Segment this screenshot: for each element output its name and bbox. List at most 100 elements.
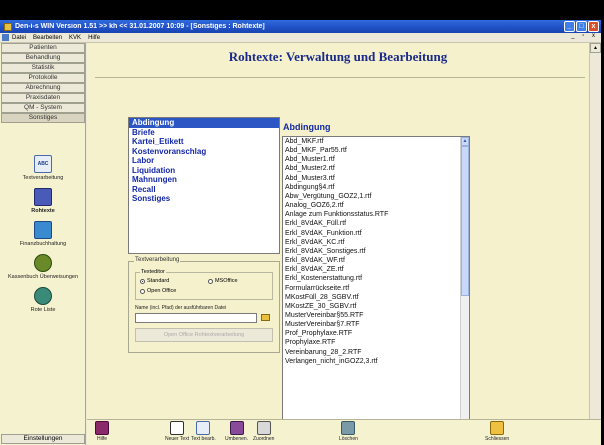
- edit-text-button[interactable]: Text bearb.: [191, 421, 216, 442]
- list-item[interactable]: Abd_Muster3.rtf: [283, 174, 461, 183]
- radio-label: MSOffice: [215, 278, 238, 284]
- radio-open-office[interactable]: Open Office: [140, 288, 176, 294]
- close-window-button[interactable]: Schliessen: [485, 421, 509, 442]
- tool-kassenbuch[interactable]: Kassenbuch Überweisungen: [0, 254, 86, 280]
- list-item[interactable]: Analog_GOZ6,2.rtf: [283, 201, 461, 210]
- scroll-up-icon[interactable]: ▲: [461, 137, 469, 146]
- document-icon[interactable]: [2, 34, 9, 41]
- list-item[interactable]: MusterVereinbar§7.RTF: [283, 320, 461, 329]
- category-item-briefe[interactable]: Briefe: [129, 128, 279, 138]
- files-heading: Abdingung: [283, 122, 331, 132]
- list-item[interactable]: Verlangen_nicht_inGOZ2,3.rtf: [283, 357, 461, 366]
- list-item[interactable]: Abd_Muster2.rtf: [283, 164, 461, 173]
- radio-standard[interactable]: Standard: [140, 278, 169, 284]
- exit-door-icon: [490, 421, 505, 435]
- category-item-abdingung[interactable]: Abdingung: [129, 118, 279, 128]
- minimize-button[interactable]: _: [564, 21, 575, 32]
- help-button[interactable]: Hilfe: [95, 421, 109, 442]
- radio-label: Open Office: [147, 288, 177, 294]
- list-item[interactable]: Erkl_Kostenerstattung.rtf: [283, 274, 461, 283]
- category-item-labor[interactable]: Labor: [129, 156, 279, 166]
- app-icon: [4, 22, 12, 31]
- nav-praxisdaten[interactable]: Praxisdaten: [1, 93, 85, 103]
- window-controls: _ □ x: [564, 21, 599, 32]
- main-scrollbar[interactable]: ▲: [589, 43, 601, 419]
- list-item[interactable]: Abd_Muster1.rtf: [283, 155, 461, 164]
- nav-behandlung[interactable]: Behandlung: [1, 53, 85, 63]
- category-item-mahnungen[interactable]: Mahnungen: [129, 175, 279, 185]
- list-item[interactable]: Vereinbarung_28_2.RTF: [283, 348, 461, 357]
- rename-button[interactable]: Umbenen.: [225, 421, 248, 442]
- list-item[interactable]: MKostFüll_28_SGBV.rtf: [283, 293, 461, 302]
- toolbar-label: Löschen: [339, 436, 358, 442]
- list-item[interactable]: Erkl_8VdAK_WF.rtf: [283, 256, 461, 265]
- list-item[interactable]: Erkl_8VdAK_Funktion.rtf: [283, 229, 461, 238]
- radio-dot-checked: [140, 278, 145, 284]
- category-list[interactable]: Abdingung Briefe Kartei_Etikett Kostenvo…: [128, 117, 280, 254]
- mdi-controls[interactable]: _ ▫ x: [571, 33, 598, 39]
- nav-abrechnung[interactable]: Abrechnung: [1, 83, 85, 93]
- scroll-thumb[interactable]: [461, 146, 469, 296]
- folder-browse-icon[interactable]: [261, 314, 270, 321]
- tool-textverarbeitung[interactable]: ABC Textverarbeitung: [0, 155, 86, 181]
- nav-qm-system[interactable]: QM - System: [1, 103, 85, 113]
- tool-finanzbuchhaltung[interactable]: Finanzbuchhaltung: [0, 221, 86, 247]
- caduceus-icon: [34, 287, 52, 305]
- list-item[interactable]: Abd_MKF_Par55.rtf: [283, 146, 461, 155]
- list-item[interactable]: Anlage zum Funktionsstatus.RTF: [283, 210, 461, 219]
- list-item[interactable]: Erkl_8VdAK_ZE.rtf: [283, 265, 461, 274]
- delete-button[interactable]: Löschen: [339, 421, 358, 442]
- new-text-button[interactable]: Neuer Text: [165, 421, 189, 442]
- file-list[interactable]: Abd_MKF.rtf Abd_MKF_Par55.rtf Abd_Muster…: [282, 136, 470, 445]
- file-list-scrollbar[interactable]: ▲ ▼: [460, 137, 469, 445]
- list-item[interactable]: MusterVereinbar§55.RTF: [283, 311, 461, 320]
- nav-protokolle[interactable]: Protokolle: [1, 73, 85, 83]
- list-item[interactable]: Erkl_8VdAK_Füll.rtf: [283, 219, 461, 228]
- maximize-button[interactable]: □: [576, 21, 587, 32]
- app-window: Den-i-s WIN Version 1.51 >> kh << 31.01.…: [0, 20, 601, 445]
- frame-title: Textverarbeitung: [134, 257, 181, 263]
- file-items: Abd_MKF.rtf Abd_MKF_Par55.rtf Abd_Muster…: [283, 137, 461, 366]
- title-divider: [95, 77, 585, 78]
- rohtexte-book-icon: [34, 188, 52, 206]
- category-item-sonstiges[interactable]: Sonstiges: [129, 194, 279, 204]
- close-button[interactable]: x: [588, 21, 599, 32]
- menu-hilfe[interactable]: Hilfe: [88, 35, 100, 41]
- tool-rohtexte[interactable]: Rohtexte: [0, 188, 86, 214]
- abc-document-icon: ABC: [34, 155, 52, 173]
- list-item[interactable]: Formularrückseite.rtf: [283, 284, 461, 293]
- edit-text-icon: [196, 421, 211, 435]
- trash-icon: [341, 421, 356, 435]
- list-item[interactable]: Abd_MKF.rtf: [283, 137, 461, 146]
- list-item[interactable]: Abdingung§4.rtf: [283, 183, 461, 192]
- settings-button[interactable]: Einstellungen: [1, 434, 85, 444]
- tool-label: Finanzbuchhaltung: [19, 241, 67, 247]
- nav-sonstiges[interactable]: Sonstiges: [1, 113, 85, 123]
- scroll-up-icon[interactable]: ▲: [590, 43, 601, 53]
- title-bar[interactable]: Den-i-s WIN Version 1.51 >> kh << 31.01.…: [0, 20, 601, 33]
- list-item[interactable]: Erkl_8VdAK_Sonstiges.rtf: [283, 247, 461, 256]
- list-item[interactable]: MKostZE_30_SGBV.rtf: [283, 302, 461, 311]
- tool-label: Rote Liste: [30, 307, 56, 313]
- category-item-liquidation[interactable]: Liquidation: [129, 166, 279, 176]
- open-office-button[interactable]: Open Office Rohtextverarbeitung: [135, 328, 273, 342]
- tool-label: Textverarbeitung: [22, 175, 64, 181]
- assign-icon: [256, 421, 271, 435]
- list-item[interactable]: Abw_Vergütung_GOZ2,1.rtf: [283, 192, 461, 201]
- nav-statistik[interactable]: Statistik: [1, 63, 85, 73]
- list-item[interactable]: Prophylaxe.RTF: [283, 338, 461, 347]
- sidebar: Patienten Behandlung Statistik Protokoll…: [0, 43, 86, 445]
- list-item[interactable]: Prof_Prophylaxe.RTF: [283, 329, 461, 338]
- list-item[interactable]: Erkl_8VdAK_KC.rtf: [283, 238, 461, 247]
- category-item-kartei-etikett[interactable]: Kartei_Etikett: [129, 137, 279, 147]
- menu-kvk[interactable]: KVK: [69, 35, 81, 41]
- assign-button[interactable]: Zuordnen: [253, 421, 274, 442]
- executable-path-input[interactable]: [135, 313, 257, 323]
- menu-datei[interactable]: Datei: [12, 35, 26, 41]
- category-item-kostenvoranschlag[interactable]: Kostenvoranschlag: [129, 147, 279, 157]
- radio-msoffice[interactable]: MSOffice: [208, 278, 238, 284]
- tool-rote-liste[interactable]: Rote Liste: [0, 287, 86, 313]
- menu-bearbeiten[interactable]: Bearbeiten: [33, 35, 62, 41]
- nav-patienten[interactable]: Patienten: [1, 43, 85, 53]
- category-item-recall[interactable]: Recall: [129, 185, 279, 195]
